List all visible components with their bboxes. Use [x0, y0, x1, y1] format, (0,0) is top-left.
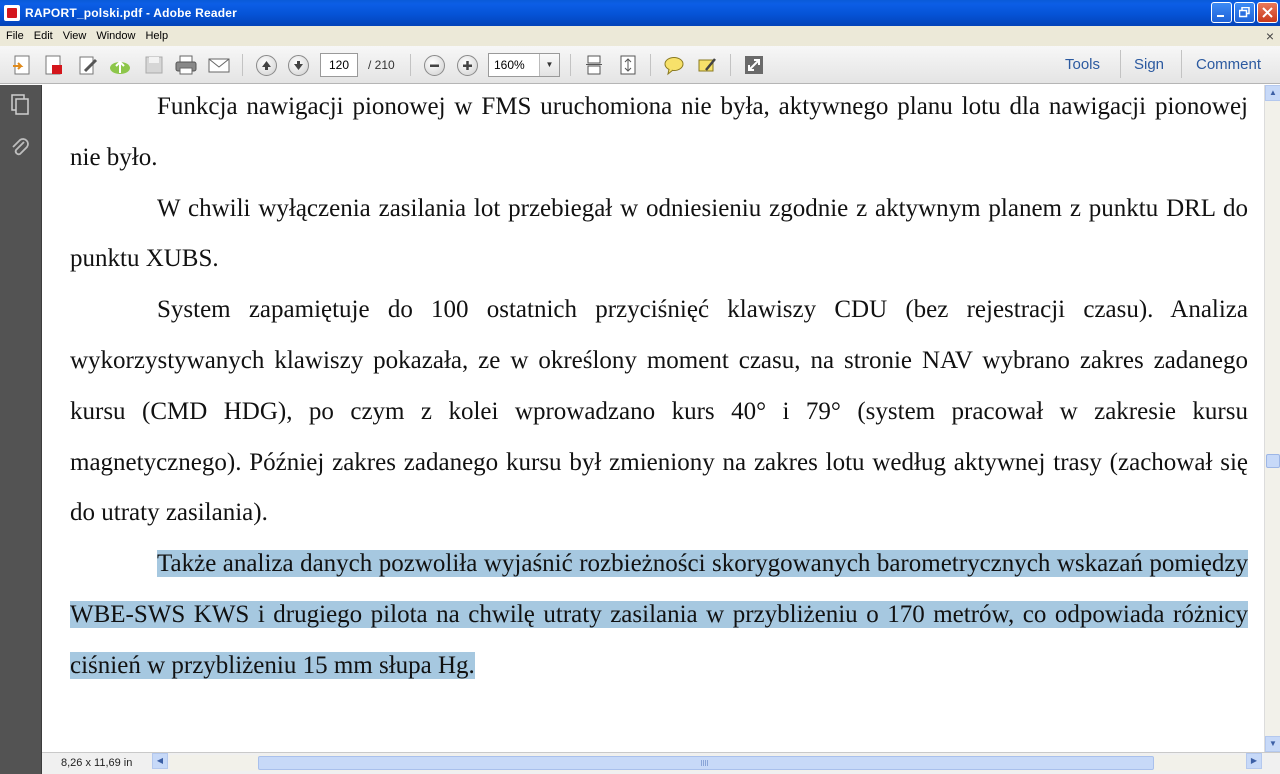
page-size-label: 8,26 x 11,69 in [61, 757, 133, 769]
document-paragraph: W chwili wyłączenia zasilania lot przebi… [70, 194, 1248, 273]
minus-icon [423, 54, 445, 76]
envelope-icon [208, 58, 230, 73]
title-bar: RAPORT_polski.pdf - Adobe Reader [0, 0, 1280, 26]
next-page-button[interactable] [286, 53, 310, 77]
menu-window[interactable]: Window [91, 30, 140, 42]
zoom-select[interactable]: 160% ▼ [488, 53, 560, 77]
document-paragraph: Funkcja nawigacji pionowej w FMS uruchom… [70, 93, 1248, 171]
expand-icon [745, 56, 763, 74]
scroll-left-arrow-icon[interactable]: ◀ [152, 753, 168, 769]
zoom-out-button[interactable] [422, 53, 446, 77]
restore-icon [1239, 7, 1250, 18]
arrow-up-icon [255, 54, 277, 76]
page-thumbnails-button[interactable] [9, 93, 31, 115]
document-page-text: Funkcja nawigacji pionowej w FMS uruchom… [70, 85, 1248, 692]
create-pdf-icon [13, 55, 30, 75]
zoom-in-button[interactable] [455, 53, 479, 77]
grip-icon [701, 760, 709, 766]
print-button[interactable] [174, 53, 198, 77]
page-thumbnails-icon [11, 94, 29, 115]
sign-pane-button[interactable]: Sign [1134, 56, 1164, 73]
edit-pencil-icon [79, 56, 98, 75]
highlight-button[interactable] [695, 53, 719, 77]
menu-help[interactable]: Help [140, 30, 173, 42]
horizontal-scroll-thumb[interactable] [258, 756, 1154, 770]
close-button[interactable] [1257, 2, 1278, 23]
highlighter-icon [698, 58, 716, 72]
attachments-button[interactable] [9, 137, 31, 159]
scroll-up-arrow-icon[interactable]: ▲ [1265, 85, 1280, 101]
pdf-file-icon [45, 55, 62, 75]
scrolling-mode-button[interactable] [582, 53, 606, 77]
horizontal-scrollbar[interactable] [170, 755, 1262, 771]
status-bar: 8,26 x 11,69 in ◀ ▶ [42, 752, 1280, 774]
upload-button[interactable] [108, 53, 132, 77]
scroll-down-arrow-icon[interactable]: ▼ [1265, 736, 1280, 752]
open-file-button[interactable] [42, 53, 66, 77]
close-icon [1262, 7, 1273, 18]
minimize-icon [1217, 15, 1224, 17]
toolbar-separator [1181, 50, 1182, 78]
scroll-right-arrow-icon[interactable]: ▶ [1246, 753, 1262, 769]
create-pdf-button[interactable] [10, 53, 34, 77]
navigation-pane [0, 85, 42, 774]
menu-file[interactable]: File [0, 30, 29, 42]
document-paragraph: System zapamiętuje do 100 ostatnich przy… [70, 296, 1248, 527]
menu-edit[interactable]: Edit [29, 30, 58, 42]
toolbar-separator [242, 54, 243, 76]
toolbar-separator [650, 54, 651, 76]
arrow-down-icon [287, 54, 309, 76]
full-screen-button[interactable] [742, 53, 766, 77]
toolbar-separator [1120, 50, 1121, 78]
text-selection: Także analiza danych pozwoliła wyjaśnić … [70, 550, 1248, 679]
toolbar-separator [570, 54, 571, 76]
plus-icon [456, 54, 478, 76]
page-total: / 210 [368, 58, 395, 72]
menu-bar: File Edit View Window Help × [0, 26, 1280, 46]
document-view[interactable]: Funkcja nawigacji pionowej w FMS uruchom… [42, 85, 1264, 752]
comment-bubble-icon [664, 57, 684, 76]
chevron-down-icon[interactable]: ▼ [539, 54, 559, 76]
edit-button[interactable] [76, 53, 100, 77]
sticky-note-button[interactable] [662, 53, 686, 77]
fit-page-button[interactable] [616, 53, 640, 77]
comment-pane-button[interactable]: Comment [1196, 56, 1261, 73]
adobe-reader-icon [4, 5, 20, 21]
toolbar-separator [410, 54, 411, 76]
fit-page-icon [620, 55, 636, 75]
toolbar-separator [730, 54, 731, 76]
paperclip-icon [12, 138, 29, 156]
highlighted-paragraph[interactable]: Także analiza danych pozwoliła wyjaśnić … [70, 539, 1248, 691]
minimize-button[interactable] [1211, 2, 1232, 23]
printer-icon [175, 55, 197, 75]
save-disk-icon [145, 56, 163, 74]
cloud-upload-icon [110, 60, 130, 74]
page-number-input[interactable]: 120 [320, 53, 358, 77]
window-title: RAPORT_polski.pdf - Adobe Reader [25, 6, 237, 20]
vertical-scrollbar[interactable]: ▲ ▼ [1264, 85, 1280, 752]
document-close-button[interactable]: × [1266, 28, 1274, 44]
email-button[interactable] [207, 53, 231, 77]
page-scroll-icon [586, 55, 602, 75]
zoom-value: 160% [494, 58, 525, 72]
save-button[interactable] [142, 53, 166, 77]
menu-view[interactable]: View [58, 30, 92, 42]
window-controls [1211, 2, 1278, 23]
tools-pane-button[interactable]: Tools [1065, 56, 1100, 73]
previous-page-button[interactable] [254, 53, 278, 77]
restore-button[interactable] [1234, 2, 1255, 23]
vertical-scroll-thumb[interactable] [1266, 454, 1280, 468]
